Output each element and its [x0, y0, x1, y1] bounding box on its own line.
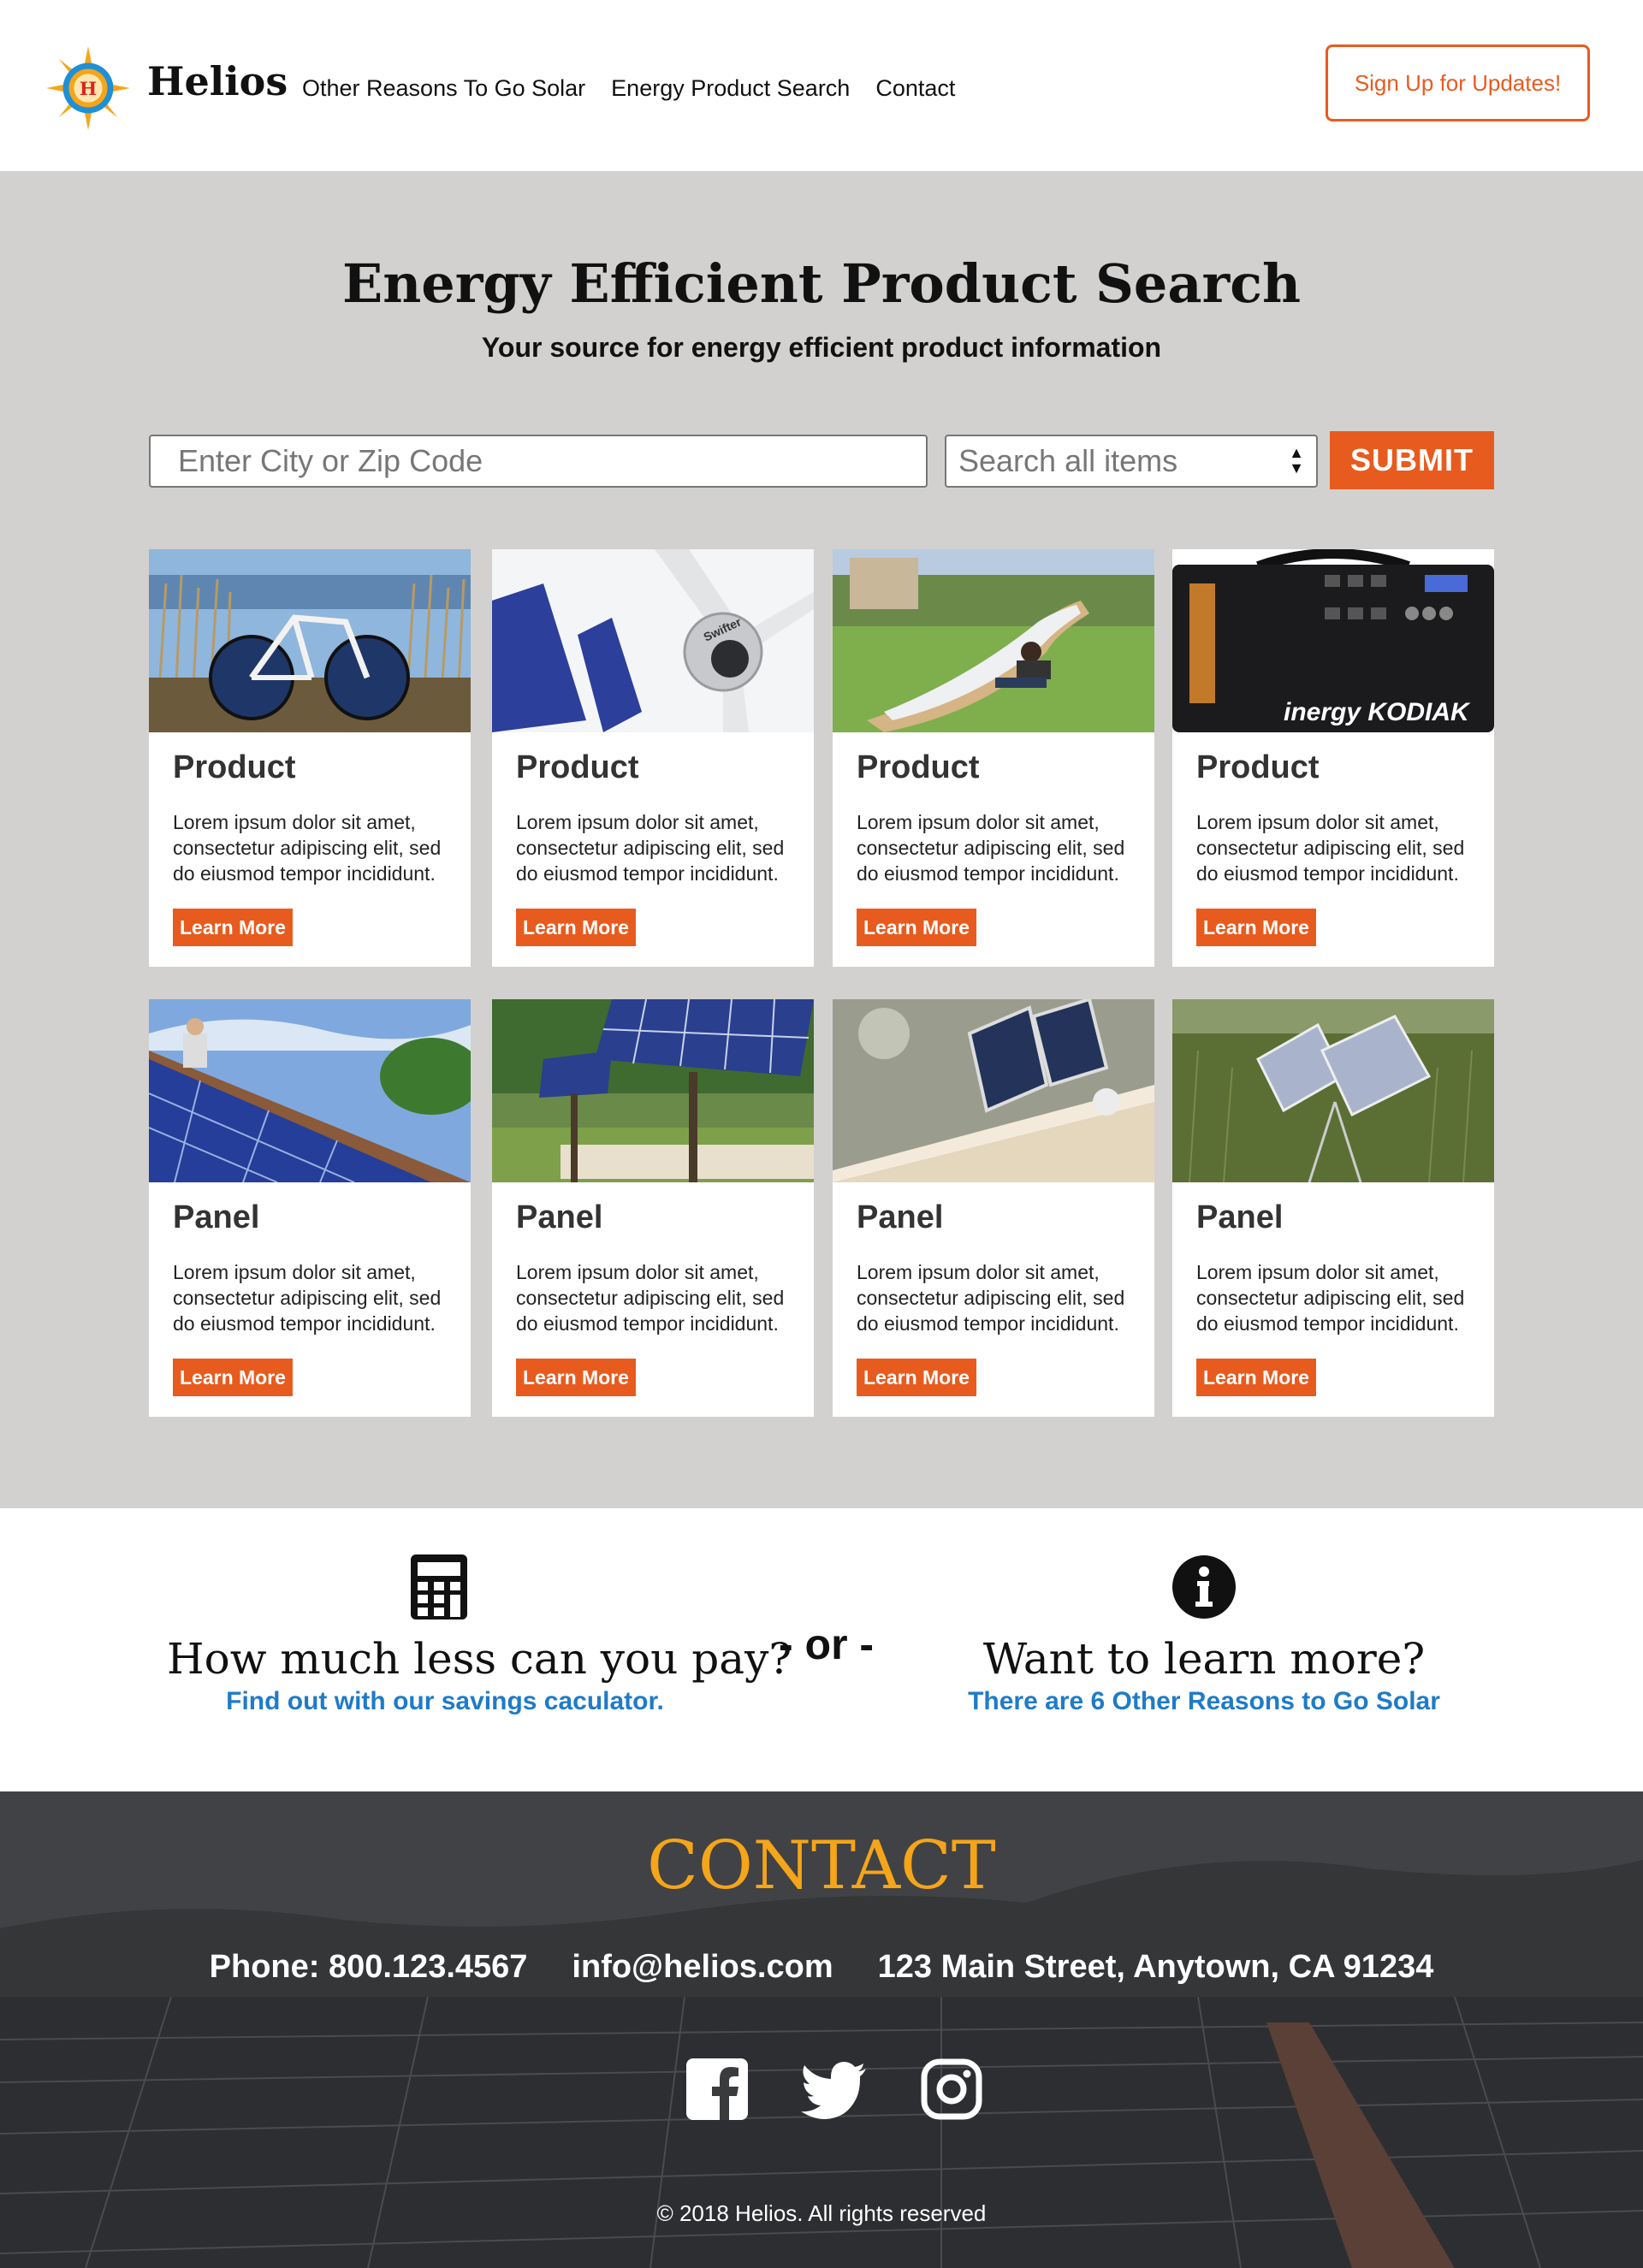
category-select[interactable]: Search all items ▲ ▼: [945, 435, 1318, 488]
cta-section: How much less can you pay? Find out with…: [0, 1508, 1643, 1791]
learn-more-button[interactable]: Learn More: [1196, 1359, 1316, 1396]
learn-more-button[interactable]: Learn More: [857, 909, 976, 946]
card-description: Lorem ipsum dolor sit amet, consectetur …: [516, 1261, 785, 1335]
category-select-value: Search all items: [958, 443, 1178, 478]
main-nav: Other Reasons To Go Solar Energy Product…: [302, 75, 955, 102]
power-station-brand-text: inergy KODIAK: [1284, 698, 1471, 726]
card-description: Lorem ipsum dolor sit amet, consectetur …: [173, 1261, 442, 1335]
product-card: Product Lorem ipsum dolor sit amet, cons…: [833, 549, 1154, 967]
site-header: H Helios Other Reasons To Go Solar Energ…: [0, 0, 1643, 171]
instagram-icon[interactable]: [921, 2058, 982, 2120]
card-image-solar-tracker-array[interactable]: [492, 999, 814, 1182]
savings-heading: How much less can you pay?: [167, 1634, 792, 1684]
twitter-icon[interactable]: [801, 2058, 868, 2120]
learn-more-button[interactable]: Learn More: [173, 1359, 293, 1396]
card-description: Lorem ipsum dolor sit amet, consectetur …: [857, 1261, 1125, 1335]
card-title: Product: [516, 749, 639, 785]
card-image-solar-light-panels[interactable]: [833, 999, 1154, 1182]
card-title: Panel: [1196, 1199, 1284, 1235]
card-image-solar-bicycle[interactable]: [149, 549, 471, 732]
product-card: inergy KODIAK Product Lorem ipsum dolor …: [1172, 549, 1494, 967]
learn-more-button[interactable]: Learn More: [173, 909, 293, 946]
product-card: Product Lorem ipsum dolor sit amet, cons…: [149, 549, 471, 967]
card-title: Product: [173, 749, 296, 785]
panel-card: Panel Lorem ipsum dolor sit amet, consec…: [492, 999, 814, 1417]
card-description: Lorem ipsum dolor sit amet, consectetur …: [1196, 811, 1465, 885]
card-description: Lorem ipsum dolor sit amet, consectetur …: [516, 811, 785, 885]
card-description: Lorem ipsum dolor sit amet, consectetur …: [857, 811, 1125, 885]
page-subtitle: Your source for energy efficient product…: [481, 332, 1162, 363]
card-image-field-solar-panels[interactable]: [1172, 999, 1494, 1182]
learn-more-button[interactable]: Learn More: [516, 1359, 636, 1396]
logo-letter: H: [80, 79, 97, 100]
calculator-icon[interactable]: [409, 1554, 469, 1620]
panel-card: Panel Lorem ipsum dolor sit amet, consec…: [833, 999, 1154, 1417]
contact-email[interactable]: info@helios.com: [572, 1949, 833, 1986]
card-description: Lorem ipsum dolor sit amet, consectetur …: [1196, 1261, 1465, 1335]
card-image-rooftop-solar-install[interactable]: [149, 999, 471, 1182]
card-title: Product: [857, 749, 980, 785]
card-title: Product: [1196, 749, 1320, 785]
contact-details: Phone: 800.123.4567 info@helios.com 123 …: [0, 1949, 1643, 1986]
contact-footer: CONTACT Phone: 800.123.4567 info@helios.…: [0, 1791, 1643, 2268]
brand-name[interactable]: Helios: [147, 58, 288, 104]
contact-heading: CONTACT: [647, 1827, 996, 1904]
submit-button[interactable]: SUBMIT: [1330, 431, 1494, 489]
card-image-solar-lounge-chair[interactable]: [833, 549, 1154, 732]
sun-logo-icon[interactable]: H: [46, 46, 130, 130]
product-search-section: Energy Efficient Product Search Your sou…: [0, 171, 1643, 1508]
card-image-portable-power-station[interactable]: inergy KODIAK: [1172, 549, 1494, 732]
contact-phone[interactable]: Phone: 800.123.4567: [210, 1949, 528, 1986]
learn-more-button[interactable]: Learn More: [516, 909, 636, 946]
savings-calculator-link[interactable]: Find out with our savings caculator.: [167, 1687, 723, 1716]
page-title: Energy Efficient Product Search: [341, 252, 1302, 315]
contact-address: 123 Main Street, Anytown, CA 91234: [877, 1949, 1434, 1985]
card-title: Panel: [857, 1199, 944, 1235]
or-divider: - or -: [779, 1620, 875, 1668]
nav-link-other-reasons[interactable]: Other Reasons To Go Solar: [302, 75, 585, 102]
card-title: Panel: [516, 1199, 603, 1235]
learn-more-button[interactable]: Learn More: [857, 1359, 976, 1396]
nav-link-contact[interactable]: Contact: [875, 75, 955, 102]
panel-card: Panel Lorem ipsum dolor sit amet, consec…: [1172, 999, 1494, 1417]
signup-button[interactable]: Sign Up for Updates!: [1326, 44, 1590, 121]
info-icon[interactable]: [1171, 1554, 1237, 1620]
card-title: Panel: [173, 1199, 260, 1235]
other-reasons-link[interactable]: There are 6 Other Reasons to Go Solar: [926, 1687, 1482, 1716]
facebook-icon[interactable]: [686, 2058, 748, 2120]
city-zip-input[interactable]: [149, 435, 928, 488]
card-description: Lorem ipsum dolor sit amet, consectetur …: [173, 811, 442, 885]
learn-more-heading: Want to learn more?: [982, 1634, 1426, 1684]
learn-more-button[interactable]: Learn More: [1196, 909, 1316, 946]
copyright-text: © 2018 Helios. All rights reserved: [656, 2200, 987, 2226]
select-arrows-icon: ▲ ▼: [1289, 444, 1304, 477]
panel-card: Panel Lorem ipsum dolor sit amet, consec…: [149, 999, 471, 1417]
nav-link-product-search[interactable]: Energy Product Search: [611, 75, 850, 102]
product-card: Swifter Product Lorem ipsum dolor sit am…: [492, 549, 814, 967]
card-image-solar-wind-turbine[interactable]: Swifter: [492, 549, 814, 732]
